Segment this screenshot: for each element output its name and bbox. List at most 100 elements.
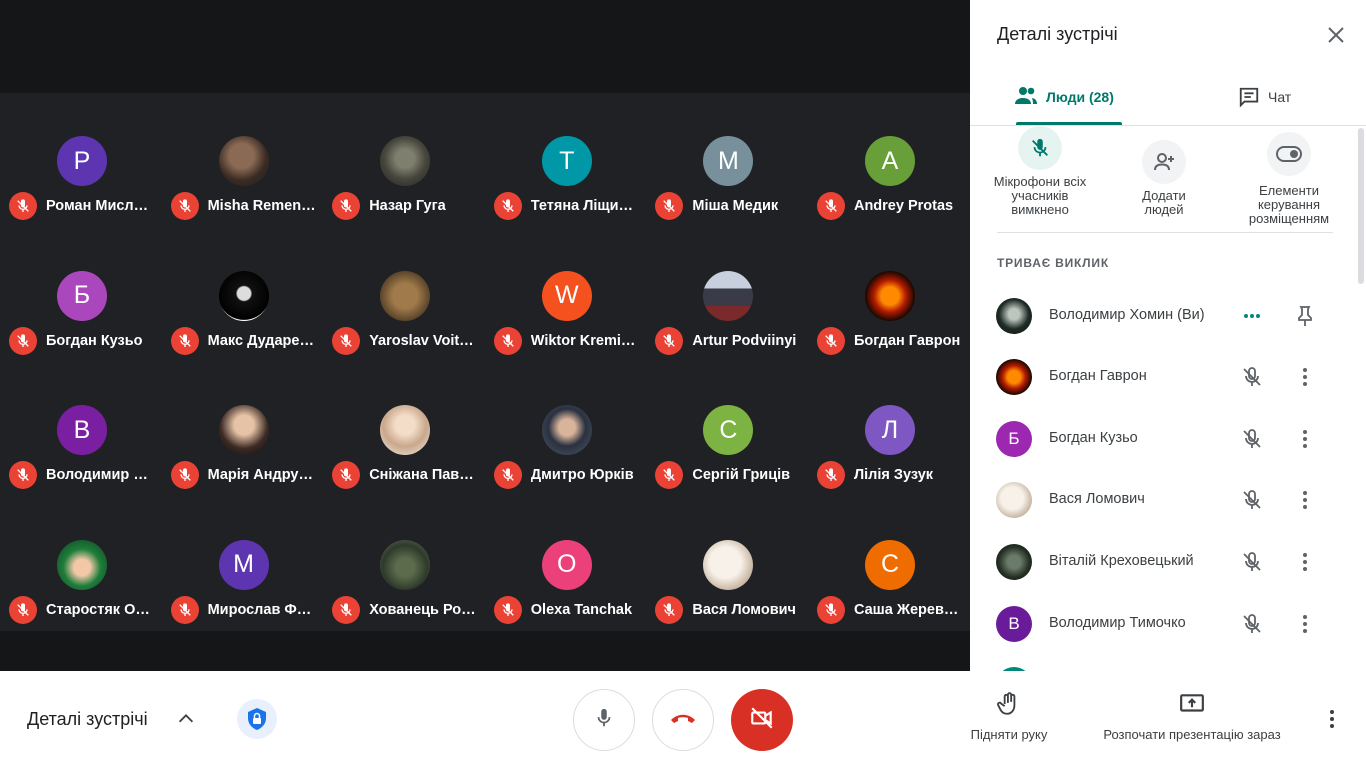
more-vert-icon[interactable] [1293,427,1317,451]
participant-tile[interactable]: Назар Гуга [323,93,485,228]
host-controls-button[interactable]: Елементи керування розміщенням [1239,132,1339,226]
avatar-photo [996,298,1032,334]
tab-people[interactable]: Люди (28) [1014,86,1114,126]
participant-tile[interactable]: М Мирослав Ф… [162,497,324,632]
mic-off-icon [493,595,522,624]
add-people-button[interactable]: Додати людей [1114,140,1214,217]
participant-name: Yaroslav Voit… [369,332,474,349]
participant-name: Дмитро Юрків [530,467,634,483]
participant-tile[interactable]: Artur Podviinyi [646,228,808,363]
participant-name: Назар Гуга [369,198,446,214]
mic-off-icon[interactable] [1240,365,1264,389]
add-people-label: Додати людей [1142,188,1186,217]
participant-name: Тетяна Ліщи… [530,198,634,214]
mic-off-icon [816,326,845,355]
participant-name: Володимир Тимочко [1049,615,1186,631]
more-vert-icon[interactable] [1320,707,1344,731]
participant-name: Богдан Кузьо [1049,430,1138,446]
avatar: W [541,270,592,321]
host-controls-label: Елементи керування розміщенням [1248,183,1330,226]
participant-name: Міша Медик [692,198,779,214]
participant-row[interactable]: Віталій Креховецький [996,542,1336,582]
shield-lock-icon[interactable] [237,699,277,739]
mic-off-icon [170,461,199,489]
mic-off-icon[interactable] [1240,488,1264,512]
participant-name: Богдан Гаврон [1049,368,1147,384]
avatar: O [541,539,592,590]
participant-tile[interactable]: Старостяк О… [0,497,162,632]
tab-people-label: Люди (28) [1046,89,1114,105]
participant-tile[interactable]: Макс Дударе… [162,228,324,363]
participant-row[interactable]: Б Богдан Кузьо [996,419,1336,459]
leave-call-button[interactable] [652,689,714,751]
avatar-photo [380,136,431,186]
video-stage: Р Роман Мисл… Misha Remen… Назар Гуга Т … [0,0,970,671]
avatar-photo [703,539,754,590]
participant-tile[interactable]: Б Богдан Кузьо [0,228,162,363]
participant-tile[interactable]: Сніжана Пав… [323,362,485,497]
mute-all-button[interactable]: Мікрофони всіх учасників вимкнено [990,126,1090,217]
participant-row[interactable]: Богдан Гаврон [996,357,1336,397]
pin-icon[interactable] [1293,304,1317,328]
participant-tile[interactable]: Misha Remen… [162,93,324,228]
section-label: ТРИВАЄ ВИКЛИК [997,256,1109,270]
microphone-button[interactable] [573,689,635,751]
participant-name: Старостяк О… [46,601,150,618]
participant-name: Володимир Хомин (Ви) [1049,307,1205,323]
more-dots-icon[interactable] [1240,304,1264,328]
more-vert-icon[interactable] [1293,365,1317,389]
participant-tile[interactable]: С Сергій Гриців [646,362,808,497]
chat-icon [1238,86,1260,111]
participant-row[interactable]: Вася Ломович [996,480,1336,520]
participant-row[interactable]: В Володимир Тимочко [996,604,1336,644]
more-vert-icon[interactable] [1293,488,1317,512]
participant-name: Andrey Protas [853,198,954,214]
mic-off-icon[interactable] [1240,550,1264,574]
present-now-button[interactable]: Розпочати презентацію зараз [1086,691,1298,742]
mic-off-icon[interactable] [1240,612,1264,636]
participant-tile[interactable]: М Міша Медик [646,93,808,228]
mic-off-icon[interactable] [1240,427,1264,451]
meet-window: Р Роман Мисл… Misha Remen… Назар Гуга Т … [0,0,1366,768]
participant-grid: Р Роман Мисл… Misha Remen… Назар Гуга Т … [0,93,970,631]
more-vert-icon[interactable] [1293,612,1317,636]
avatar: A [864,136,915,186]
hang-up-icon [669,711,697,730]
participant-tile[interactable]: В Володимир Т… [0,362,162,497]
participant-name: Віталій Креховецький [1049,553,1194,569]
participant-tile[interactable]: Хованець Ро… [323,497,485,632]
avatar: Л [864,405,915,455]
toggle-icon [1267,132,1311,176]
meeting-details-panel: Деталі зустрічі Люди (28) Чат Мікрофони … [970,0,1366,671]
mic-off-icon [9,326,37,355]
close-icon[interactable] [1324,23,1348,47]
more-vert-icon[interactable] [1293,550,1317,574]
raise-hand-button[interactable]: Підняти руку [960,691,1058,742]
present-icon [1179,691,1205,717]
participant-tile[interactable]: Богдан Гаврон [808,228,970,363]
participant-tile[interactable]: A Andrey Protas [808,93,970,228]
tab-chat[interactable]: Чат [1238,86,1291,126]
chevron-up-icon[interactable] [175,708,197,730]
scrollbar[interactable] [1358,128,1364,284]
participant-tile[interactable]: W Wiktor Kremi… [485,228,647,363]
participant-tile[interactable]: Дмитро Юрків [485,362,647,497]
participant-tile[interactable]: Вася Ломович [646,497,808,632]
people-icon [1014,86,1038,109]
mic-off-icon [655,326,684,355]
camera-button[interactable] [731,689,793,751]
participant-tile[interactable]: Л Лілія Зузук [808,362,970,497]
participant-tile[interactable]: O Olexa Tanchak [485,497,647,632]
participant-tile[interactable]: Р Роман Мисл… [0,93,162,228]
participant-tile[interactable]: Т Тетяна Ліщи… [485,93,647,228]
participant-row[interactable]: Володимир Хомин (Ви) [996,296,1336,336]
mic-off-icon [816,595,845,624]
avatar: М [218,539,269,590]
meeting-details-button[interactable]: Деталі зустрічі [27,709,148,730]
participant-name: Саша Жерев… [853,601,959,618]
participant-name: Вася Ломович [692,601,796,618]
participant-tile[interactable]: С Саша Жерев… [808,497,970,632]
participant-tile[interactable]: Yaroslav Voit… [323,228,485,363]
avatar: С [703,405,754,455]
participant-tile[interactable]: Марія Андру… [162,362,324,497]
